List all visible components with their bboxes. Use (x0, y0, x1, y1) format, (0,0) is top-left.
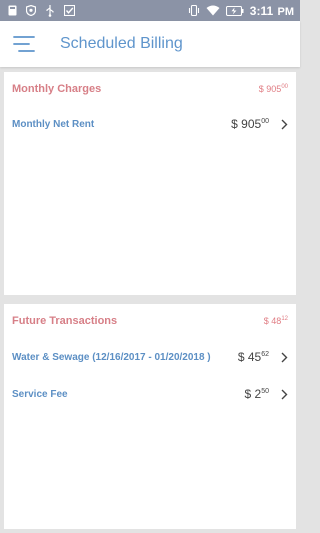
row-amount: $ 90500 (231, 117, 269, 131)
row-amount: $ 250 (244, 387, 269, 401)
monthly-charges-card: Monthly Charges $ 90500 Monthly Net Rent… (4, 72, 296, 295)
check-icon (64, 5, 75, 16)
status-time: 3:11 PM (249, 3, 295, 18)
menu-icon (13, 36, 35, 52)
chevron-right-icon (278, 118, 290, 130)
status-time-suffix: PM (277, 5, 295, 18)
future-transactions-total: $ 4812 (263, 316, 288, 326)
monthly-charges-title: Monthly Charges (12, 83, 102, 95)
status-bar: 3:11 PM (0, 0, 300, 21)
chevron-right-icon (278, 351, 290, 363)
monthly-charges-total: $ 90500 (258, 84, 288, 94)
wifi-icon (206, 5, 220, 16)
transaction-row-water-sewage[interactable]: Water & Sewage (12/16/2017 - 01/20/2018 … (12, 347, 290, 367)
transaction-row-service-fee[interactable]: Service Fee $ 250 (12, 384, 290, 404)
row-amount: $ 4562 (237, 350, 269, 364)
vibrate-icon (188, 5, 200, 16)
row-label: Water & Sewage (12/16/2017 - 01/20/2018 … (12, 351, 211, 363)
future-transactions-header: Future Transactions $ 4812 (12, 313, 288, 329)
monthly-charges-header: Monthly Charges $ 90500 (12, 81, 288, 97)
row-label: Service Fee (12, 388, 68, 400)
shield-icon (26, 5, 36, 16)
battery-charging-icon (225, 5, 244, 16)
chevron-right-icon (278, 388, 290, 400)
future-transactions-card: Future Transactions $ 4812 Water & Sewag… (4, 304, 296, 529)
usb-icon (45, 4, 55, 17)
page-title: Scheduled Billing (60, 35, 183, 52)
future-transactions-title: Future Transactions (12, 315, 118, 327)
app-bar: Scheduled Billing (0, 21, 300, 67)
menu-button[interactable] (12, 34, 36, 54)
status-bar-right: 3:11 PM (188, 4, 294, 18)
status-bar-left (8, 4, 75, 17)
charge-row-monthly-net-rent[interactable]: Monthly Net Rent $ 90500 (12, 114, 290, 134)
row-label: Monthly Net Rent (12, 118, 95, 130)
notification-icon (8, 5, 17, 16)
